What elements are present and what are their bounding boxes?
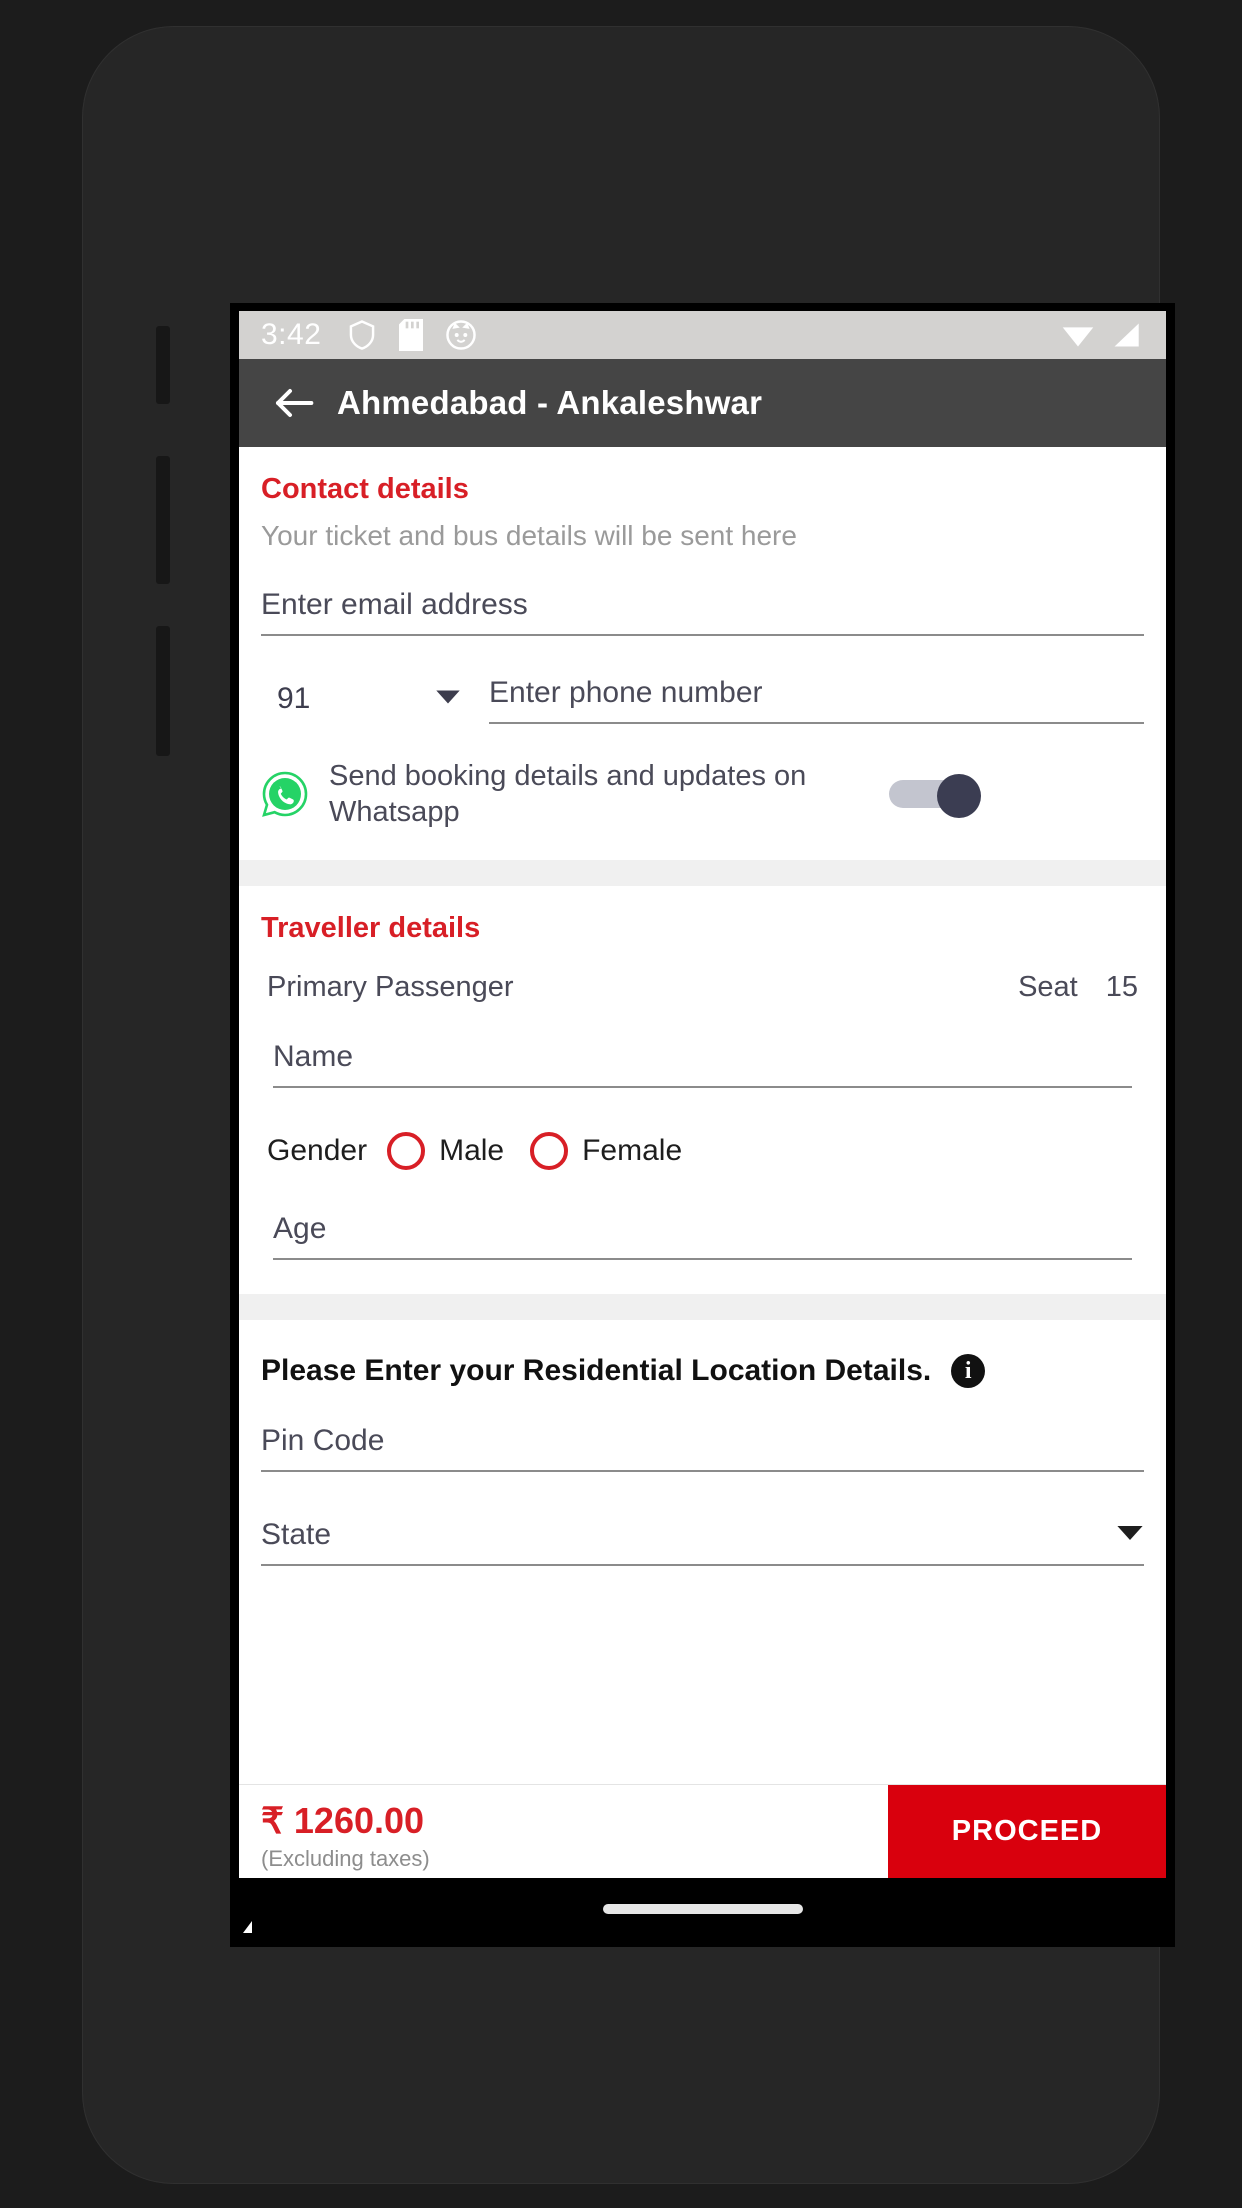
total-price: ₹ 1260.00 bbox=[261, 1799, 425, 1841]
gender-radio-male[interactable]: Male bbox=[387, 1132, 504, 1170]
email-underline bbox=[261, 634, 1144, 636]
price-block: ₹ 1260.00 (Excluding taxes) bbox=[239, 1785, 888, 1878]
whatsapp-icon bbox=[261, 770, 309, 818]
name-underline bbox=[273, 1086, 1132, 1088]
state-placeholder: State bbox=[261, 1518, 332, 1551]
name-field[interactable]: Name bbox=[273, 1004, 1132, 1088]
age-field[interactable]: Age bbox=[273, 1176, 1132, 1294]
phone-device-frame: 3:42 Ahmedabad - Ankaleshwar Contact det… bbox=[82, 26, 1175, 2184]
name-placeholder: Name bbox=[273, 1040, 354, 1073]
pincode-field[interactable]: Pin Code bbox=[261, 1388, 1144, 1472]
passenger-row: Primary Passenger Seat 15 bbox=[267, 945, 1138, 1004]
residential-heading-row: Please Enter your Residential Location D… bbox=[239, 1320, 1166, 1388]
passenger-label: Primary Passenger bbox=[267, 971, 514, 1003]
country-code-value: 91 bbox=[277, 682, 311, 715]
phone-number-field[interactable]: Enter phone number bbox=[489, 676, 1144, 724]
traveller-details-title: Traveller details bbox=[261, 912, 481, 944]
phone-placeholder: Enter phone number bbox=[489, 676, 763, 709]
whatsapp-toggle-switch[interactable] bbox=[889, 774, 981, 818]
system-navigation-bar bbox=[239, 1878, 1166, 1939]
info-icon[interactable]: i bbox=[951, 1354, 986, 1388]
country-code-dropdown[interactable]: 91 bbox=[261, 682, 461, 724]
shield-icon bbox=[347, 319, 377, 351]
toggle-thumb bbox=[937, 774, 981, 818]
chevron-down-icon bbox=[435, 689, 461, 710]
back-arrow-icon[interactable] bbox=[273, 382, 315, 424]
traveller-details-card: Traveller details Primary Passenger Seat… bbox=[239, 886, 1166, 1294]
signal-icon bbox=[1110, 321, 1142, 349]
page-title: Ahmedabad - Ankaleshwar bbox=[337, 384, 763, 421]
wifi-icon bbox=[1060, 321, 1096, 349]
contact-details-subtitle: Your ticket and bus details will be sent… bbox=[261, 520, 797, 551]
form-content: Contact details Your ticket and bus deta… bbox=[239, 447, 1166, 1784]
volume-up-button[interactable] bbox=[156, 326, 170, 404]
whatsapp-opt-in-label: Send booking details and updates on What… bbox=[329, 760, 807, 828]
proceed-button[interactable]: PROCEED bbox=[888, 1785, 1166, 1878]
state-underline bbox=[261, 1564, 1144, 1566]
gender-row: Gender Male Female bbox=[267, 1088, 1138, 1176]
email-field[interactable]: Enter email address bbox=[261, 552, 1144, 636]
email-placeholder: Enter email address bbox=[261, 588, 528, 621]
age-placeholder: Age bbox=[273, 1212, 327, 1245]
state-row: State bbox=[261, 1518, 1144, 1564]
assistant-button[interactable] bbox=[156, 626, 170, 756]
state-dropdown[interactable]: State bbox=[261, 1472, 1144, 1566]
volume-down-button[interactable] bbox=[156, 456, 170, 584]
contact-details-card: Contact details Your ticket and bus deta… bbox=[239, 447, 1166, 860]
gender-radio-female[interactable]: Female bbox=[530, 1132, 682, 1170]
phone-screen: 3:42 Ahmedabad - Ankaleshwar Contact det… bbox=[230, 303, 1175, 1947]
home-gesture-pill[interactable] bbox=[602, 1903, 803, 1914]
seat-label: Seat bbox=[1018, 971, 1078, 1003]
app-viewport: 3:42 Ahmedabad - Ankaleshwar Contact det… bbox=[239, 311, 1166, 1878]
residential-heading-text: Please Enter your Residential Location D… bbox=[261, 1354, 932, 1387]
pincode-placeholder: Pin Code bbox=[261, 1424, 385, 1457]
whatsapp-opt-in-row: Send booking details and updates on What… bbox=[261, 724, 1144, 860]
sd-card-icon bbox=[399, 319, 424, 351]
radio-circle-male bbox=[387, 1132, 426, 1170]
age-underline bbox=[273, 1258, 1132, 1260]
residential-details-card: Please Enter your Residential Location D… bbox=[239, 1320, 1166, 1784]
radio-circle-female bbox=[530, 1132, 569, 1170]
app-bar: Ahmedabad - Ankaleshwar bbox=[239, 359, 1166, 447]
bottom-action-bar: ₹ 1260.00 (Excluding taxes) PROCEED bbox=[239, 1784, 1166, 1878]
nav-corner-marker bbox=[243, 1921, 252, 1933]
phone-row: 91 Enter phone number bbox=[261, 636, 1144, 724]
status-time: 3:42 bbox=[261, 318, 322, 351]
status-bar: 3:42 bbox=[239, 311, 1166, 359]
gender-female-label: Female bbox=[582, 1134, 683, 1167]
price-note: (Excluding taxes) bbox=[261, 1845, 430, 1871]
chevron-down-icon bbox=[1116, 1524, 1144, 1547]
seat-number: 15 bbox=[1105, 971, 1138, 1003]
section-divider-2 bbox=[239, 1294, 1166, 1320]
gender-male-label: Male bbox=[439, 1134, 505, 1167]
phone-underline bbox=[489, 722, 1144, 724]
contact-details-title: Contact details bbox=[261, 473, 469, 505]
section-divider-1 bbox=[239, 860, 1166, 886]
gender-label: Gender bbox=[267, 1134, 368, 1167]
cat-face-icon bbox=[445, 319, 477, 351]
